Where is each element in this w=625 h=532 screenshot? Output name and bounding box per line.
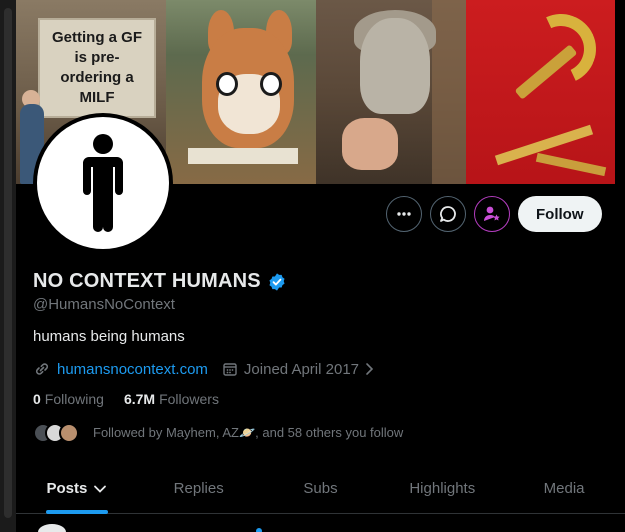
calendar-icon — [223, 363, 237, 376]
more-dots-icon — [397, 212, 411, 216]
followers-count: 6.7M — [123, 391, 156, 407]
message-bubble-icon — [440, 206, 456, 222]
scrollbar-thumb[interactable] — [4, 8, 12, 518]
next-post-avatar — [38, 524, 66, 532]
follow-button[interactable]: Follow — [518, 196, 602, 232]
profile-name: NO CONTEXT HUMANS — [33, 270, 261, 292]
followed-by-row[interactable]: Followed by Mayhem, AZ🪐, and 58 others y… — [33, 423, 403, 443]
followers-stat[interactable]: 6.7M Followers — [124, 391, 219, 407]
banner-panel-bust — [316, 0, 466, 184]
person-silhouette-icon — [83, 134, 123, 232]
profile-handle: @HumansNoContext — [33, 296, 175, 313]
tab-label: Media — [543, 480, 585, 497]
following-count: 0 — [33, 391, 41, 407]
subscribe-button[interactable] — [474, 196, 510, 232]
profile-link[interactable]: humansnocontext.com — [57, 361, 208, 378]
bust-wall — [432, 0, 466, 184]
tab-subs[interactable]: Subs — [260, 464, 382, 513]
mutual-avatar — [59, 423, 79, 443]
chevron-right-icon — [366, 363, 374, 375]
tab-label: Subs — [303, 480, 338, 497]
link-icon — [35, 363, 49, 375]
profile-tabs: Posts Replies Subs Highlights Media — [16, 464, 625, 514]
tab-replies[interactable]: Replies — [138, 464, 260, 513]
mutual-avatars — [33, 423, 81, 443]
tab-label: Replies — [173, 480, 224, 497]
bust-hand — [342, 118, 398, 170]
profile-bio: humans being humans — [33, 328, 185, 345]
active-tab-indicator — [45, 510, 108, 514]
flag-fry-2 — [535, 152, 607, 177]
bust-statue — [360, 18, 430, 114]
joined-item[interactable]: Joined April 2017 — [222, 361, 375, 378]
tab-label: Posts — [46, 480, 88, 497]
plush-eye-left — [216, 72, 238, 96]
banner-sign-text: Getting a GF is pre-ordering a MILF — [38, 18, 156, 118]
profile-avatar[interactable] — [33, 113, 173, 253]
next-post-indicator — [256, 528, 262, 532]
chevron-down-icon — [94, 485, 107, 493]
profile-stats: 0 Following 6.7M Followers — [33, 391, 219, 407]
followed-by-text: Followed by Mayhem, AZ🪐, and 58 others y… — [93, 425, 404, 440]
verified-badge-icon[interactable] — [267, 272, 287, 292]
plush-eye-right — [260, 72, 282, 96]
message-button[interactable] — [430, 196, 466, 232]
person-star-icon — [484, 206, 500, 221]
tab-label: Highlights — [409, 480, 476, 497]
profile-meta: humansnocontext.com Joined April 2017 — [33, 360, 375, 378]
tab-posts[interactable]: Posts — [16, 464, 138, 514]
profile-actions: Follow — [386, 196, 602, 232]
profile-link-item[interactable]: humansnocontext.com — [33, 360, 208, 378]
followers-label: Followers — [159, 391, 219, 407]
left-scrollbar[interactable] — [0, 0, 16, 532]
tab-media[interactable]: Media — [503, 464, 625, 513]
profile-name-row: NO CONTEXT HUMANS — [33, 270, 287, 293]
banner-panel-plush — [166, 0, 316, 184]
avatar-image — [37, 117, 169, 249]
plush-tag — [188, 148, 298, 164]
following-label: Following — [44, 391, 104, 407]
joined-date: Joined April 2017 — [243, 360, 360, 378]
following-stat[interactable]: 0 Following — [33, 391, 104, 407]
tab-highlights[interactable]: Highlights — [381, 464, 503, 513]
banner-panel-flag — [466, 0, 615, 184]
more-button[interactable] — [386, 196, 422, 232]
profile-page: Getting a GF is pre-ordering a MILF Foll… — [0, 0, 625, 532]
